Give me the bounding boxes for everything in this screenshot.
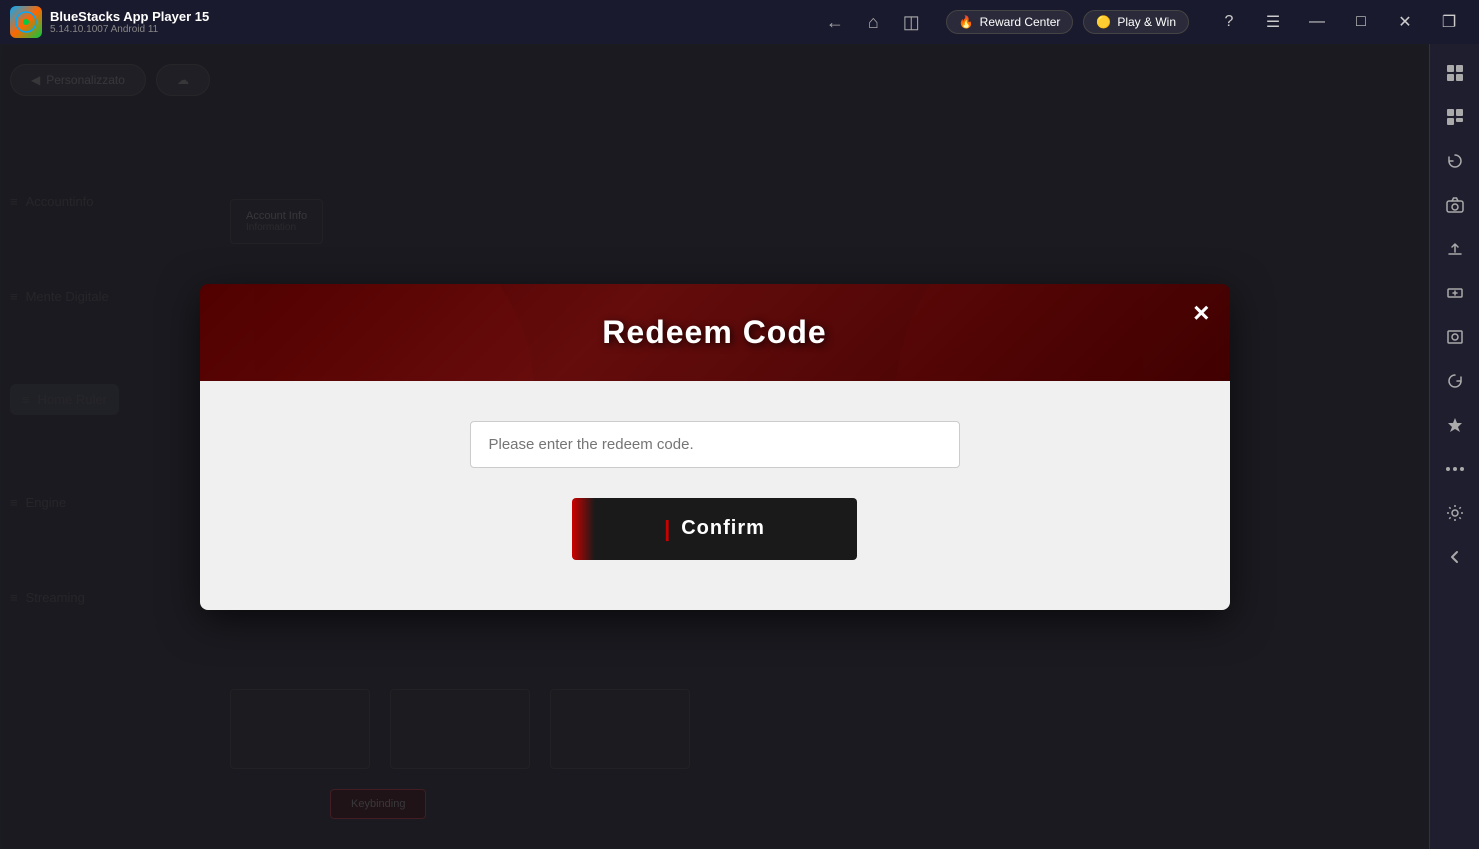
- sidebar-icon-star[interactable]: [1436, 406, 1474, 444]
- confirm-button[interactable]: Confirm: [572, 498, 857, 560]
- maximize-button[interactable]: □: [1341, 7, 1381, 37]
- sidebar-icon-upload[interactable]: [1436, 230, 1474, 268]
- sidebar-icon-more[interactable]: [1436, 450, 1474, 488]
- modal-header: Redeem Code ×: [200, 284, 1230, 381]
- sidebar-icon-settings[interactable]: [1436, 494, 1474, 532]
- badge-group: 🔥 Reward Center 🟡 Play & Win: [946, 10, 1189, 34]
- app-version: 5.14.10.1007 Android 11: [50, 24, 209, 35]
- coin-icon: 🟡: [1096, 15, 1111, 29]
- main-content: ◀ Personalizzato ☁ Account Info Informat…: [0, 44, 1429, 849]
- app-title-group: BlueStacks App Player 15 5.14.10.1007 An…: [50, 9, 209, 35]
- redeem-code-input[interactable]: [470, 421, 960, 468]
- back-button[interactable]: ←: [820, 8, 850, 37]
- nav-buttons: ← ⌂ ◫: [820, 8, 926, 37]
- sidebar-icon-screenshot[interactable]: [1436, 318, 1474, 356]
- sidebar-icon-rotate[interactable]: [1436, 142, 1474, 180]
- sidebar-icon-refresh[interactable]: [1436, 362, 1474, 400]
- sidebar-icon-grid[interactable]: [1436, 54, 1474, 92]
- sidebar-icon-back-arrow[interactable]: [1436, 538, 1474, 576]
- help-button[interactable]: ?: [1209, 7, 1249, 37]
- menu-button[interactable]: ☰: [1253, 7, 1293, 37]
- snap-button[interactable]: ❐: [1429, 7, 1469, 37]
- app-name: BlueStacks App Player 15: [50, 9, 209, 24]
- sidebar-icon-camera[interactable]: [1436, 186, 1474, 224]
- fire-icon: 🔥: [959, 15, 974, 29]
- reward-center-badge[interactable]: 🔥 Reward Center: [946, 10, 1074, 34]
- modal-body: Confirm: [200, 381, 1230, 610]
- home-button[interactable]: ⌂: [862, 8, 885, 37]
- close-button[interactable]: ✕: [1385, 7, 1425, 37]
- minimize-button[interactable]: —: [1297, 7, 1337, 37]
- window-controls: ? ☰ — □ ✕ ❐: [1209, 7, 1469, 37]
- app-logo: [10, 6, 42, 38]
- sidebar-icon-minus-grid[interactable]: [1436, 98, 1474, 136]
- reward-center-label: Reward Center: [980, 15, 1061, 29]
- modal-overlay: Redeem Code × Confirm: [0, 44, 1429, 849]
- modal-close-button[interactable]: ×: [1193, 299, 1209, 327]
- modal-title: Redeem Code: [602, 314, 826, 351]
- play-win-badge[interactable]: 🟡 Play & Win: [1083, 10, 1189, 34]
- play-win-label: Play & Win: [1117, 15, 1176, 29]
- confirm-label: Confirm: [681, 517, 765, 540]
- right-sidebar: [1429, 44, 1479, 849]
- redeem-code-modal: Redeem Code × Confirm: [200, 284, 1230, 610]
- sidebar-icon-resize[interactable]: [1436, 274, 1474, 312]
- title-bar: BlueStacks App Player 15 5.14.10.1007 An…: [0, 0, 1479, 44]
- layers-button[interactable]: ◫: [897, 8, 926, 37]
